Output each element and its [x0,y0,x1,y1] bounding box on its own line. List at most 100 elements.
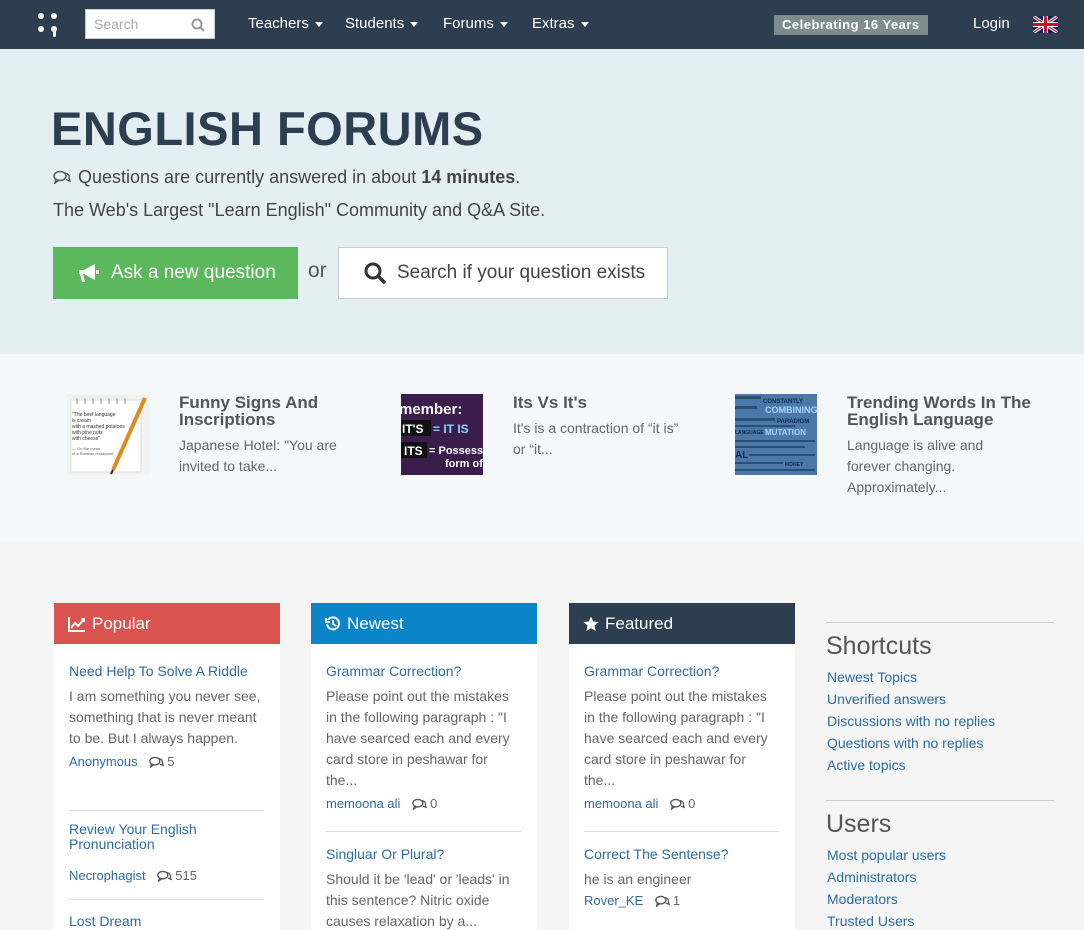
topic-title[interactable]: Correct The Sentense? [584,847,779,862]
page-title: ENGLISH FORUMS [51,102,484,155]
users-heading: Users [826,810,892,838]
topic-entry: Need Help To Solve A Riddle I am somethi… [69,664,264,770]
ask-question-button[interactable]: Ask a new question [53,247,298,299]
search-question-button[interactable]: Search if your question exists [338,247,668,299]
reply-count: 5 [149,754,175,769]
shortcut-link[interactable]: Questions with no replies [827,735,983,751]
topic-title[interactable]: Need Help To Solve A Riddle [69,664,264,679]
top-navbar: Teachers Students Forums Extras Celebrat… [0,0,1084,49]
ask-question-label: Ask a new question [111,262,276,283]
topic-entry: Correct The Sentense? he is an engineer … [584,847,779,909]
nav-teachers-label: Teachers [248,15,309,32]
comments-icon [157,870,173,883]
article-title[interactable]: Trending Words In The English Language [847,394,1047,428]
article-title[interactable]: Funny Signs And Inscriptions [179,394,379,428]
article-card[interactable]: member: IT'S = IT IS ITS = Possess form … [401,394,721,504]
newest-panel-header[interactable]: Newest [311,603,537,644]
topic-excerpt: Please point out the mistakes in the fol… [326,688,510,788]
topic-excerpt: Should it be 'lead' or 'leads' in this s… [326,871,510,929]
reply-count: 515 [157,868,197,883]
topic-meta: memoona ali 0 [326,796,521,811]
shortcut-link[interactable]: Unverified answers [827,691,946,707]
comments-icon [655,895,671,908]
thumb-text: ITS [404,444,423,458]
comments-icon [412,798,428,811]
shortcut-link[interactable]: Active topics [827,757,906,773]
nav-forums[interactable]: Forums [443,15,508,32]
users-link[interactable]: Most popular users [827,847,946,863]
topic-author[interactable]: Anonymous [69,754,138,769]
topic-title[interactable]: Grammar Correction? [584,664,779,679]
comments-icon [670,798,686,811]
comments-icon [149,756,165,769]
nav-forums-label: Forums [443,15,494,32]
comments-icon [53,170,72,185]
newest-panel: Newest Grammar Correction? Please point … [311,603,537,930]
login-link[interactable]: Login [973,15,1010,32]
nav-search-input[interactable] [86,10,186,38]
search-icon[interactable] [191,18,205,32]
topic-author[interactable]: Rover_KE [584,893,643,908]
shortcut-link[interactable]: Discussions with no replies [827,713,995,729]
topic-meta: Anonymous 5 [69,754,264,769]
anniversary-badge: Celebrating 16 Years [774,15,928,35]
topic-entry: Grammar Correction? Please point out the… [584,664,779,812]
nav-students[interactable]: Students [345,15,419,32]
topic-entry: Lost Dream [69,914,264,929]
topic-title[interactable]: Singluar Or Plural? [326,847,521,862]
thumb-text: MUTATION [765,428,806,437]
newest-title: Newest [347,613,404,633]
popular-panel: Popular Need Help To Solve A Riddle I am… [54,603,280,930]
featured-panel-header[interactable]: Featured [569,603,795,644]
topic-title[interactable]: Review Your English Pronunciation [69,822,209,852]
reply-count: 0 [412,796,437,811]
article-excerpt: Japanese Hotel: "You are invited to take… [179,437,337,474]
thumb-text: IT'S [402,422,424,436]
chevron-down-icon [410,21,419,27]
featured-title: Featured [605,613,674,633]
search-question-label: Search if your question exists [397,262,646,283]
answer-time-line: Questions are currently answered in abou… [53,167,520,188]
users-link[interactable]: Administrators [827,869,916,885]
users-link[interactable]: Moderators [827,891,898,907]
divider [69,899,264,900]
thumb-text: MONEY [785,462,804,468]
shortcuts-heading: Shortcuts [826,632,932,660]
star-icon [583,616,599,631]
topic-author[interactable]: memoona ali [326,796,400,811]
topic-excerpt: Please point out the mistakes in the fol… [584,688,768,788]
thumb-text: form of [445,458,483,470]
topic-title[interactable]: Lost Dream [69,914,264,929]
answer-time: 14 minutes [421,167,516,187]
nav-extras[interactable]: Extras [532,15,589,32]
thumb-text: COMBINING [765,405,817,415]
thumb-text: member: [401,401,462,418]
nav-teachers[interactable]: Teachers [248,15,323,32]
topic-title[interactable]: Grammar Correction? [326,664,521,679]
featured-articles: "The beef language is cream with a mashe… [0,354,1084,542]
popular-panel-header[interactable]: Popular [54,603,280,644]
search-icon [364,262,387,285]
topic-meta: Necrophagist 515 [69,868,264,883]
topic-author[interactable]: memoona ali [584,796,658,811]
answer-prefix: Questions are currently answered in abou… [78,167,417,187]
site-logo[interactable] [38,13,62,37]
article-title[interactable]: Its Vs It's [513,394,713,411]
article-excerpt: It's is a contraction of “it is” or “it.… [513,420,679,457]
users-link[interactable]: Trusted Users [827,913,914,929]
uk-flag-icon[interactable] [1033,16,1058,33]
reply-count-value: 0 [430,796,438,811]
thumb-text: = IT IS [433,422,469,436]
thumb-text: AL [735,450,748,461]
article-card[interactable]: CONSTANTLY COMBINING PARADIGM LANGUAGE M… [735,394,1055,504]
shortcut-link[interactable]: Newest Topics [827,669,917,685]
topic-entry: Grammar Correction? Please point out the… [326,664,521,812]
topic-author[interactable]: Necrophagist [69,868,146,883]
chart-line-icon [68,616,85,632]
chevron-down-icon [499,21,508,27]
thumb-text: with cheese" [72,436,100,442]
article-excerpt: Language is alive and forever changing. … [847,437,984,495]
article-card[interactable]: "The beef language is cream with a mashe… [67,394,387,504]
popular-title: Popular [92,613,151,633]
topic-meta: Rover_KE 1 [584,893,779,908]
